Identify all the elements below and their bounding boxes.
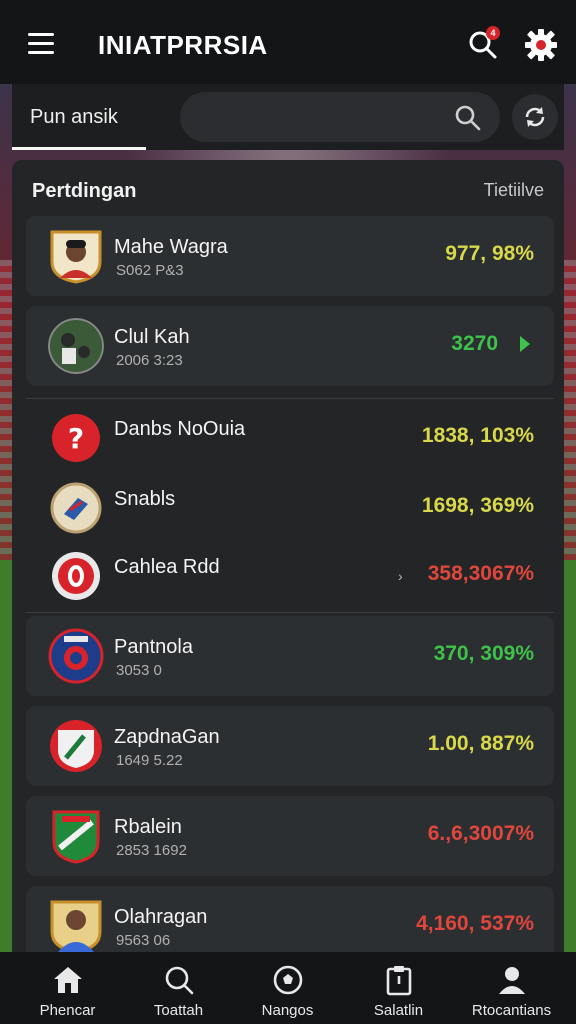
top-app-bar: INIATPRRSIA 4 — [0, 0, 576, 84]
list-item[interactable]: ZapdnaGan 1649 5.22 1.00, 887% — [26, 706, 554, 786]
club-logo — [48, 718, 104, 774]
search-row: Pun ansik — [12, 84, 564, 150]
row-value: 4,160, 537% — [416, 912, 534, 935]
team-photo-avatar — [48, 318, 104, 374]
list-item[interactable]: Pantnola 3053 0 370, 309% — [26, 616, 554, 696]
row-value: 3270 — [451, 332, 498, 355]
row-subtext: 9563 06 — [116, 932, 171, 949]
club-logo — [48, 480, 104, 536]
club-logo: ? — [48, 410, 104, 466]
chevron-right-icon: › — [398, 568, 403, 584]
search-icon[interactable] — [454, 104, 482, 132]
row-value: 6.,6,3007% — [427, 822, 534, 845]
nav-item-home[interactable]: Phencar — [10, 952, 125, 1024]
nav-item-matches[interactable]: Nangos — [230, 952, 345, 1024]
club-logo — [48, 628, 104, 684]
club-logo — [48, 808, 104, 864]
refresh-icon — [525, 107, 545, 127]
nav-label: Toattah — [153, 1002, 204, 1019]
list-item[interactable]: Olahragan 9563 06 4,160, 537% — [26, 886, 554, 960]
row-value: 370, 309% — [433, 642, 534, 665]
nav-item-search[interactable]: Toattah — [121, 952, 236, 1024]
row-subtext: 2853 1692 — [116, 842, 187, 859]
search-input[interactable] — [198, 92, 448, 142]
app-title: INIATPRRSIA — [98, 30, 268, 60]
row-subtext: 1649 5.22 — [116, 752, 183, 769]
menu-button[interactable] — [28, 33, 54, 54]
refresh-button[interactable] — [512, 94, 558, 140]
notification-badge: 4 — [486, 26, 500, 40]
row-value: 1838, 103% — [421, 424, 534, 447]
tab-underline — [12, 147, 146, 150]
profile-icon — [499, 967, 525, 994]
nav-label: Nangos — [261, 1002, 314, 1019]
row-name: Mahe Wagra — [114, 236, 228, 258]
list-item[interactable]: Mahe Wagra S062 P&3 977, 98% — [26, 216, 554, 296]
ball-icon — [273, 965, 303, 995]
panel-title: Pertdingan — [32, 180, 137, 202]
row-name: Cahlea Rdd — [114, 556, 220, 578]
panel-header: Pertdingan Tietiilve — [12, 160, 564, 216]
row-subtext: 2006 3:23 — [116, 352, 183, 369]
row-subtext: S062 P&3 — [116, 262, 184, 279]
player-avatar — [48, 898, 104, 954]
nav-label: Salatlin — [373, 1002, 424, 1019]
nav-label: Phencar — [39, 1002, 96, 1019]
row-name: ZapdnaGan — [114, 726, 220, 748]
row-name: Olahragan — [114, 906, 208, 928]
clipboard-icon — [386, 966, 412, 996]
panel-action-link[interactable]: Tietiilve — [484, 180, 544, 201]
row-value: 358,3067% — [427, 562, 534, 585]
bottom-navigation: Phencar Toattah Nangos Salatlin Rtocanti… — [0, 952, 576, 1024]
row-value: 1698, 369% — [421, 494, 534, 517]
row-value: 1.00, 887% — [427, 732, 534, 755]
nav-item-schedule[interactable]: Salatlin — [341, 952, 456, 1024]
row-name: Danbs NoOuia — [114, 418, 246, 440]
list-item[interactable]: Rbalein 2853 1692 6.,6,3007% — [26, 796, 554, 876]
row-name: Clul Kah — [114, 326, 190, 348]
play-arrow-icon[interactable] — [518, 334, 532, 354]
row-name: Pantnola — [114, 636, 193, 658]
search-icon — [165, 966, 194, 995]
row-value: 977, 98% — [445, 242, 534, 265]
nav-label: Rtocantians — [471, 1002, 552, 1019]
list-item[interactable]: Clul Kah 2006 3:23 3270 — [26, 306, 554, 386]
gear-icon[interactable] — [524, 28, 558, 62]
player-avatar — [48, 228, 104, 284]
tab-active[interactable]: Pun ansik — [12, 84, 146, 150]
row-subtext: 3053 0 — [116, 662, 162, 679]
club-logo — [48, 548, 104, 604]
row-name: Snabls — [114, 488, 176, 510]
list-item[interactable]: ? Danbs NoOuia 1838, 103% — [26, 398, 554, 478]
list-item[interactable]: Cahlea Rdd › 358,3067% — [26, 536, 554, 616]
tab-label: Pun ansik — [30, 106, 118, 128]
search-box[interactable] — [180, 92, 500, 142]
nav-item-profile[interactable]: Rtocantians — [454, 952, 569, 1024]
row-name: Rbalein — [114, 816, 182, 838]
match-list-panel: Pertdingan Tietiilve Mahe Wagra S062 P&3… — [12, 160, 564, 960]
home-icon — [54, 967, 82, 993]
divider — [26, 612, 554, 613]
svg-text:?: ? — [68, 422, 84, 455]
